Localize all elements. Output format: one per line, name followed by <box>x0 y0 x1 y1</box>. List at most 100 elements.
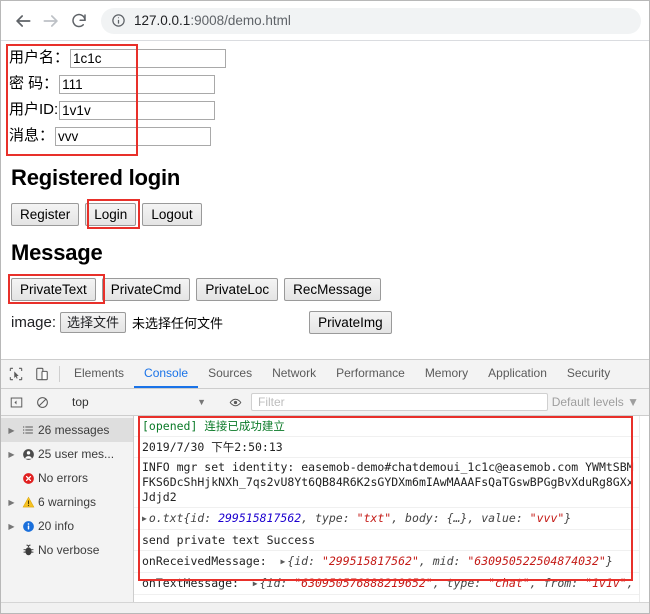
console-filter-input[interactable]: Filter <box>251 393 548 411</box>
log-otxt-value-key: , value: <box>467 511 530 525</box>
log-onreceived-label: onReceivedMessage: <box>142 554 267 568</box>
choose-file-button[interactable]: 选择文件 <box>60 312 127 333</box>
message-button-row: PrivateText PrivateCmd PrivateLoc RecMessag… <box>8 274 641 304</box>
sidebar-item-warnings[interactable]: ▶ 6 warnings <box>1 490 133 514</box>
log-otxt-type-value: "txt" <box>356 511 392 525</box>
inspect-element-icon <box>9 367 23 381</box>
log-line-timestamp[interactable]: 2019/7/30 下午2:50:13 <box>134 437 639 458</box>
sidebar-item-errors[interactable]: No errors <box>1 466 133 490</box>
expand-arrow-icon-2[interactable]: ▶ <box>5 450 18 459</box>
forward-button[interactable] <box>37 7 65 35</box>
browser-window: 127.0.0.1:9008/demo.html 用户名： 密 码： 用户ID:… <box>0 0 650 614</box>
log-line-send-success[interactable]: send private text Success <box>134 530 639 551</box>
arrow-left-icon <box>16 14 31 27</box>
logout-button[interactable]: Logout <box>142 203 202 226</box>
log-onreceived-brace-close: } <box>605 554 613 568</box>
log-opened-tag: [opened] <box>142 419 198 433</box>
error-icon <box>18 472 38 485</box>
sidebar-item-verbose[interactable]: No verbose <box>1 538 133 562</box>
log-ontext-from-value: "1v1v" <box>585 576 627 590</box>
back-button[interactable] <box>9 7 37 35</box>
expand-triangle-icon-2[interactable]: ▶ <box>280 554 285 570</box>
tab-sources[interactable]: Sources <box>198 360 262 388</box>
sidebar-item-label-messages: 26 messages <box>38 423 110 437</box>
private-text-button[interactable]: PrivateText <box>11 278 96 301</box>
warning-icon <box>18 496 38 509</box>
page-content: 用户名： 密 码： 用户ID: 消息： Registered login Reg… <box>1 41 649 359</box>
private-img-button[interactable]: PrivateImg <box>309 311 392 334</box>
log-ontext-type-value: "chat" <box>488 576 530 590</box>
address-bar[interactable]: 127.0.0.1:9008/demo.html <box>101 7 641 34</box>
username-label: 用户名： <box>9 49 70 66</box>
log-line-opened[interactable]: [opened] 连接已成功建立 <box>134 416 639 437</box>
message-input[interactable] <box>55 126 212 146</box>
rec-message-button[interactable]: RecMessage <box>284 278 381 301</box>
expand-triangle-icon[interactable]: ▶ <box>142 511 147 527</box>
log-levels-dropdown[interactable]: Default levels ▼ <box>552 395 649 409</box>
tab-security[interactable]: Security <box>557 360 620 388</box>
devtools-statusbar <box>1 602 649 613</box>
user-icon <box>18 448 38 461</box>
console-log-area[interactable]: [opened] 连接已成功建立 2019/7/30 下午2:50:13 INF… <box>134 416 639 602</box>
bug-icon <box>18 544 38 557</box>
log-levels-label: Default levels <box>551 395 624 409</box>
log-ontext-brace-open: {id: <box>259 576 295 590</box>
password-label: 密 码： <box>9 75 59 92</box>
tab-performance[interactable]: Performance <box>326 360 415 388</box>
devtools-tabbar: Elements Console Sources Network Perform… <box>1 360 649 389</box>
log-line-ontext[interactable]: onTextMessage: ▶ {id: "630950576888219652… <box>134 573 639 595</box>
tab-console[interactable]: Console <box>134 360 199 388</box>
private-loc-button[interactable]: PrivateLoc <box>196 278 279 301</box>
reload-button[interactable] <box>65 7 93 35</box>
userid-input[interactable] <box>59 100 216 120</box>
clear-console-button[interactable] <box>29 396 55 409</box>
log-otxt-label: o.txt <box>148 511 184 525</box>
log-line-otxt[interactable]: ▶ o.txt{id: 299515817562, type: "txt", bo… <box>134 508 639 530</box>
log-ontext-type-key: , type: <box>432 576 489 590</box>
console-filter-bar: top ▼ Filter Default levels ▼ <box>1 389 649 416</box>
tab-elements[interactable]: Elements <box>64 360 134 388</box>
sidebar-item-user-messages[interactable]: ▶ 25 user mes... <box>1 442 133 466</box>
expand-arrow-icon-4[interactable]: ▶ <box>5 522 18 531</box>
expand-arrow-icon[interactable]: ▶ <box>5 426 18 435</box>
login-button[interactable]: Login <box>85 203 137 226</box>
log-onreceived-mid-value: "630950522504874032" <box>467 554 606 568</box>
execution-context-select[interactable]: top ▼ <box>64 395 214 409</box>
expand-triangle-icon-3[interactable]: ▶ <box>253 576 258 592</box>
sidebar-item-messages[interactable]: ▶ 26 messages <box>1 418 133 442</box>
console-prompt[interactable]: › <box>134 595 639 602</box>
expand-arrow-icon-3[interactable]: ▶ <box>5 498 18 507</box>
register-button[interactable]: Register <box>11 203 80 226</box>
warning-glyph <box>22 496 34 507</box>
log-line-onreceived[interactable]: onReceivedMessage: ▶ {id: "299515817562",… <box>134 551 639 573</box>
username-input[interactable] <box>70 48 227 68</box>
info-glyph <box>22 520 34 532</box>
log-otxt-body-value: {…} <box>446 511 468 525</box>
log-ontext-id: "630950576888219652" <box>294 576 433 590</box>
device-toolbar-button[interactable] <box>29 360 55 388</box>
private-cmd-button[interactable]: PrivateCmd <box>101 278 191 301</box>
login-form: 用户名： 密 码： 用户ID: 消息： <box>6 44 227 156</box>
log-onreceived-id: "299515817562" <box>321 554 419 568</box>
log-ontext-trailing: , t <box>626 576 639 590</box>
tab-memory[interactable]: Memory <box>415 360 478 388</box>
form-row-password: 密 码： <box>9 73 226 95</box>
tab-application[interactable]: Application <box>478 360 557 388</box>
registered-login-title: Registered login <box>11 165 181 190</box>
form-row-message: 消息： <box>9 125 226 147</box>
console-vertical-scrollbar[interactable] <box>639 416 649 602</box>
inspect-element-button[interactable] <box>3 360 29 388</box>
tab-network[interactable]: Network <box>262 360 326 388</box>
chevron-down-icon-levels: ▼ <box>627 395 639 409</box>
console-prompt-symbol: › <box>142 598 149 602</box>
sidebar-item-info[interactable]: ▶ 20 info <box>1 514 133 538</box>
live-expression-button[interactable] <box>223 396 247 409</box>
console-sidebar-toggle-button[interactable] <box>3 396 29 409</box>
url-path: :9008/demo.html <box>190 13 291 28</box>
password-input[interactable] <box>59 74 216 94</box>
log-ontext-label: onTextMessage: <box>142 576 239 590</box>
log-onreceived-brace-open: {id: <box>287 554 322 568</box>
image-label: image: <box>11 314 57 331</box>
userid-label: 用户ID: <box>9 101 59 118</box>
log-line-info-identity[interactable]: INFO mgr set identity: easemob-demo#chat… <box>134 458 639 508</box>
